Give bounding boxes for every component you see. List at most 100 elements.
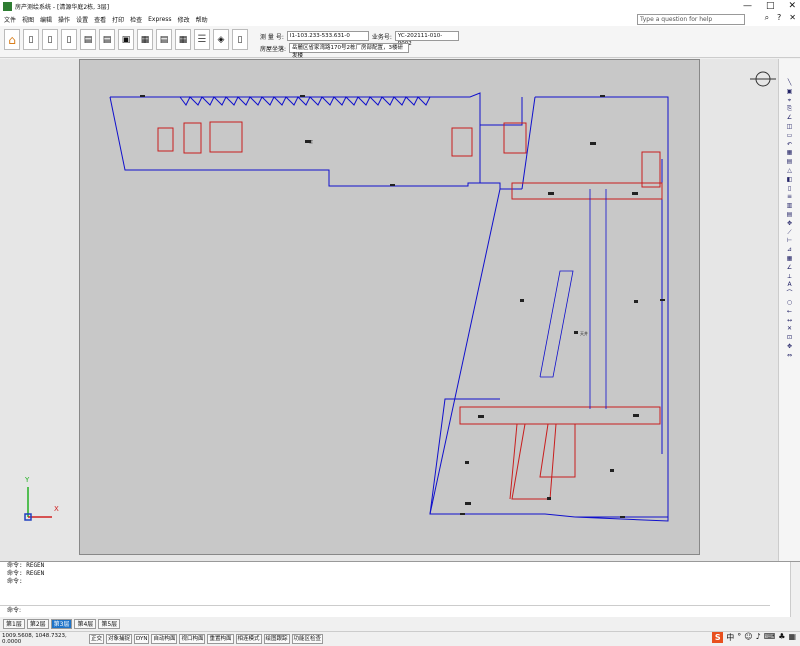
floor-plan: 3F层 天井 Y X — [24, 71, 776, 522]
doc-tool-icon[interactable]: ▯ — [785, 185, 794, 193]
help-search-input[interactable]: Type a question for help — [637, 14, 745, 25]
menu-print[interactable]: 打印 — [112, 15, 124, 24]
open-doc-icon[interactable]: ▯ — [42, 29, 58, 50]
keyboard-icon[interactable]: ⌨ — [764, 632, 776, 643]
help-icon[interactable]: ? — [777, 13, 781, 23]
grid-doc-icon[interactable]: ▦ — [137, 29, 153, 50]
copy-tool-icon[interactable]: ⎘ — [785, 105, 794, 113]
command-scrollbar[interactable] — [790, 562, 800, 618]
menu-query[interactable]: 查看 — [94, 15, 106, 24]
ime-lang-icon[interactable]: 中 — [726, 632, 734, 643]
menu-view[interactable]: 视图 — [22, 15, 34, 24]
maximize-button[interactable]: □ — [766, 0, 775, 12]
home-icon[interactable]: ⌂ — [4, 29, 20, 50]
osnap-toggle[interactable]: 对象捕捉 — [106, 634, 133, 644]
ime-logo-icon[interactable]: S — [712, 632, 724, 643]
new-doc-icon[interactable]: ▯ — [23, 29, 39, 50]
dim-tool-icon[interactable]: ⊢ — [785, 237, 794, 245]
dyn-toggle[interactable]: DYN — [134, 634, 150, 644]
search-icon[interactable]: ⌕ — [765, 13, 769, 23]
menu-operate[interactable]: 操作 — [58, 15, 70, 24]
pan-tool-icon[interactable]: ✥ — [785, 343, 794, 351]
menu-settings[interactable]: 设置 — [76, 15, 88, 24]
dimension-ticks — [140, 95, 665, 518]
column-tool-icon[interactable]: ▥ — [785, 202, 794, 210]
list-doc-icon[interactable]: ▤ — [156, 29, 172, 50]
fill-tool-icon[interactable]: ◧ — [785, 176, 794, 184]
address-field[interactable]: 岳麓区省家湾路170号2栋厂房部配置，3楼研发楼 — [289, 43, 410, 59]
box-icon[interactable]: ◈ — [213, 29, 229, 50]
block-tool-icon[interactable]: ▦ — [785, 255, 794, 263]
toolbar-icons: ⌂ ▯ ▯ ▯ ▤ ▤ ▣ ▦ ▤ ▦ ☰ ◈ ▯ — [4, 29, 248, 50]
tab-layer-5[interactable]: 第5层 — [98, 618, 121, 629]
help-tools: ⌕ ? ✕ — [765, 13, 796, 23]
right-toolbar: ╲ ▣ ⌖ ⎘ ∠ ◫ ▭ ↶ ▦ ▤ △ ◧ ▯ ≡ ▥ ▤ ✥ ⟋ ⊢ ⊿ … — [778, 59, 800, 561]
close-button[interactable]: ✕ — [788, 0, 796, 12]
minimize-button[interactable]: — — [743, 0, 752, 12]
angle2-tool-icon[interactable]: ∠ — [785, 264, 794, 272]
draw-track-toggle[interactable]: 绘图跟踪 — [263, 634, 290, 644]
point-tool-icon[interactable]: ⌖ — [785, 97, 794, 105]
menu-help[interactable]: 帮助 — [196, 15, 208, 24]
drawing-canvas[interactable]: 3F层 天井 Y X — [0, 59, 778, 561]
command-input[interactable]: 命令: — [0, 605, 770, 616]
table-tool-icon[interactable]: ▤ — [785, 211, 794, 219]
skin-icon[interactable]: ♣ — [778, 632, 785, 643]
rect-tool-icon[interactable]: ▭ — [785, 132, 794, 140]
grid-tool-icon[interactable]: ▦ — [785, 149, 794, 157]
ortho-toggle[interactable]: 正交 — [89, 634, 105, 644]
settings-doc-icon[interactable]: ▯ — [232, 29, 248, 50]
window-title: 房产测绘系统 - [清源华庭2栋, 3层] — [15, 4, 110, 11]
report-doc-icon[interactable]: ▤ — [80, 29, 96, 50]
tab-layer-1[interactable]: 第1层 — [3, 618, 25, 629]
menu-check[interactable]: 检查 — [130, 15, 142, 24]
extend-tool-icon[interactable]: ⇔ — [785, 352, 794, 360]
emoji-icon[interactable]: ☺ — [744, 632, 752, 643]
menu-file[interactable]: 文件 — [4, 15, 16, 24]
slope-tool-icon[interactable]: ⟋ — [785, 229, 794, 237]
move-tool-icon[interactable]: ✥ — [785, 220, 794, 228]
status-bar: 1009.5608, 1048.7323, 0.0000 正交 对象捕捉 DYN… — [0, 631, 800, 646]
database-icon[interactable]: ☰ — [194, 29, 210, 50]
tab-layer-4[interactable]: 第4层 — [74, 618, 97, 629]
menu-edit[interactable]: 编辑 — [40, 15, 52, 24]
text-tool-icon[interactable]: A — [785, 281, 794, 289]
arrow-tool-icon[interactable]: ← — [785, 308, 794, 316]
region-tool-icon[interactable]: ⊡ — [785, 334, 794, 342]
viewport-face-toggle[interactable]: 视口构面 — [179, 634, 206, 644]
save-doc-icon[interactable]: ▯ — [61, 29, 77, 50]
offset-tool-icon[interactable]: ◫ — [785, 123, 794, 131]
export-doc-icon[interactable]: ▦ — [175, 29, 191, 50]
ucs-icon: Y X — [24, 476, 59, 521]
measure-tool-icon[interactable]: ⊿ — [785, 246, 794, 254]
mic-icon[interactable]: ♪ — [756, 632, 761, 643]
triangle-tool-icon[interactable]: △ — [785, 167, 794, 175]
menu-express[interactable]: Express — [148, 16, 171, 23]
auto-face-toggle[interactable]: 自动构面 — [151, 634, 178, 644]
punct-icon[interactable]: ° — [737, 632, 741, 643]
circle-tool-icon[interactable]: ○ — [785, 299, 794, 307]
area-tool-icon[interactable]: ▤ — [785, 158, 794, 166]
line-tool-icon[interactable]: ╲ — [785, 79, 794, 87]
delete-tool-icon[interactable]: ✕ — [785, 325, 794, 333]
menu-modify[interactable]: 修改 — [178, 15, 190, 24]
undo-tool-icon[interactable]: ↶ — [785, 141, 794, 149]
grid-menu-icon[interactable]: ▦ — [788, 632, 796, 643]
stretch-tool-icon[interactable]: ↔ — [785, 317, 794, 325]
angle-tool-icon[interactable]: ∠ — [785, 114, 794, 122]
reset-face-toggle[interactable]: 重置构面 — [207, 634, 234, 644]
tab-layer-2[interactable]: 第2层 — [26, 618, 49, 629]
compass-icon[interactable] — [750, 71, 776, 87]
arc-tool-icon[interactable]: ⌒ — [785, 290, 794, 298]
ribbon-check-toggle[interactable]: 功能区检查 — [291, 634, 324, 644]
image-doc-icon[interactable]: ▣ — [118, 29, 134, 50]
split-tool-icon[interactable]: ≡ — [785, 193, 794, 201]
tab-layer-3[interactable]: 第3层 — [50, 618, 73, 629]
trim-tool-icon[interactable]: ⟂ — [785, 273, 794, 281]
table-doc-icon[interactable]: ▤ — [99, 29, 115, 50]
business-number-field[interactable]: YC-202111-010-P002 — [394, 31, 459, 47]
survey-number-field[interactable]: I1-103.233-533.631-0 — [286, 31, 369, 41]
close-doc-icon[interactable]: ✕ — [789, 13, 796, 23]
layer-tool-icon[interactable]: ▣ — [785, 88, 794, 96]
connect-mode-toggle[interactable]: 相连模式 — [235, 634, 262, 644]
